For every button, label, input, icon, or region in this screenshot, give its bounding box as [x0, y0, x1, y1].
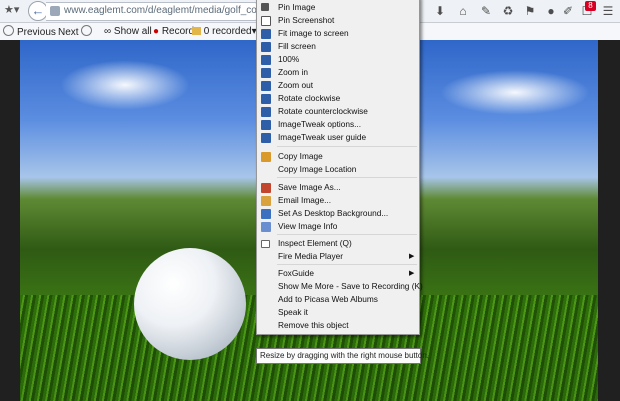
next-icon [81, 25, 93, 36]
home-icon[interactable]: ⌂ [455, 3, 471, 19]
addon-icon[interactable]: ⚑ [522, 3, 538, 19]
menu-item-inspect-element[interactable]: Inspect Element (Q) [257, 237, 419, 250]
menu-item-copy-image[interactable]: Copy Image [257, 150, 419, 163]
menu-item-pin-screenshot[interactable]: Pin Screenshot [257, 14, 419, 27]
save-icon [261, 183, 271, 193]
hamburger-menu-icon[interactable]: ☰ [600, 3, 616, 19]
next-button[interactable]: Next [58, 25, 95, 38]
screenshot-icon [261, 16, 271, 26]
menu-item-speak-it[interactable]: Speak it [257, 306, 419, 319]
email-icon [261, 196, 271, 206]
menu-item-pin-image[interactable]: Pin Image [257, 1, 419, 14]
menu-item-view-image-info[interactable]: View Image Info [257, 220, 419, 233]
previous-icon [3, 25, 14, 36]
record-button[interactable]: ● Record [153, 25, 194, 38]
menu-item-foxguide[interactable]: FoxGuide ▶ [257, 267, 419, 280]
app-menu-button[interactable]: ★▾ [4, 3, 22, 19]
menu-item-fire-media-player[interactable]: Fire Media Player ▶ [257, 250, 419, 263]
notification-badge: 8 [585, 1, 596, 11]
menu-separator [277, 177, 417, 178]
url-bar[interactable]: www.eaglemt.com/d/eaglemt/media/golf_cou… [46, 2, 315, 21]
cloud-shape [440, 70, 590, 115]
menu-separator [277, 146, 417, 147]
menu-separator [277, 264, 417, 265]
previous-button[interactable]: Previous [3, 25, 56, 38]
menu-item-add-to-picasa[interactable]: Add to Picasa Web Albums [257, 293, 419, 306]
menu-item-show-me-more[interactable]: Show Me More - Save to Recording (K) [257, 280, 423, 293]
zoom-icon [261, 29, 271, 39]
menu-item-remove-object[interactable]: Remove this object [257, 319, 419, 332]
submenu-arrow-icon: ▶ [409, 270, 415, 277]
menu-item-email-image[interactable]: Email Image... [257, 194, 419, 207]
menu-item-imagetweak-guide[interactable]: ImageTweak user guide [257, 131, 419, 144]
menu-item-zoom-in[interactable]: Zoom in [257, 66, 419, 79]
menu-item-zoom-out[interactable]: Zoom out [257, 79, 419, 92]
record-icon: ● [153, 26, 160, 37]
rotate-icon [261, 107, 271, 117]
recorded-dropdown[interactable]: 0 recorded▾ [192, 25, 257, 38]
zoom-out-icon [261, 81, 271, 91]
chat-icon[interactable]: ● [543, 3, 559, 19]
guide-icon [261, 133, 271, 143]
menu-item-copy-image-location[interactable]: Copy Image Location [257, 163, 419, 176]
link-icon: ∞ [104, 26, 112, 37]
desktop-icon [261, 209, 271, 219]
options-icon [261, 120, 271, 130]
zoom-icon [261, 42, 271, 52]
show-all-button[interactable]: ∞ Show all [104, 25, 152, 38]
site-identity-icon [50, 6, 60, 16]
context-menu: Pin Image Pin Screenshot Fit image to sc… [256, 0, 423, 335]
submenu-arrow-icon: ▶ [409, 253, 415, 260]
cloud-shape [60, 60, 190, 110]
menu-item-rotate-clockwise[interactable]: Rotate clockwise [257, 92, 419, 105]
pen-icon[interactable]: ✎ [478, 3, 494, 19]
rotate-icon [261, 94, 271, 104]
menu-item-fit-image[interactable]: Fit image to screen [257, 27, 419, 40]
menu-item-fill-screen[interactable]: Fill screen [257, 40, 419, 53]
download-icon[interactable]: ⬇ [432, 3, 448, 19]
menu-item-imagetweak-options[interactable]: ImageTweak options... [257, 118, 419, 131]
resize-tooltip: Resize by dragging with the right mouse … [256, 348, 429, 364]
pin-icon [261, 3, 269, 11]
menu-item-set-desktop-background[interactable]: Set As Desktop Background... [257, 207, 419, 220]
pocket-icon[interactable]: ♻ [500, 3, 516, 19]
menu-item-100-percent[interactable]: 100% [257, 53, 419, 66]
copy-icon [261, 152, 271, 162]
back-arrow-icon: ← [31, 3, 45, 18]
info-icon [261, 222, 271, 232]
star-icon: ★▾ [4, 4, 20, 16]
edit-icon[interactable]: ✐ [560, 3, 576, 19]
menu-separator [277, 234, 417, 235]
golf-ball [134, 248, 246, 360]
back-button[interactable]: ← [28, 1, 48, 21]
menu-item-rotate-counterclockwise[interactable]: Rotate counterclockwise [257, 105, 419, 118]
inspect-icon [261, 240, 270, 248]
zoom-in-icon [261, 68, 271, 78]
menu-item-save-image-as[interactable]: Save Image As... [257, 181, 419, 194]
folder-icon [192, 27, 201, 35]
zoom-icon [261, 55, 271, 65]
